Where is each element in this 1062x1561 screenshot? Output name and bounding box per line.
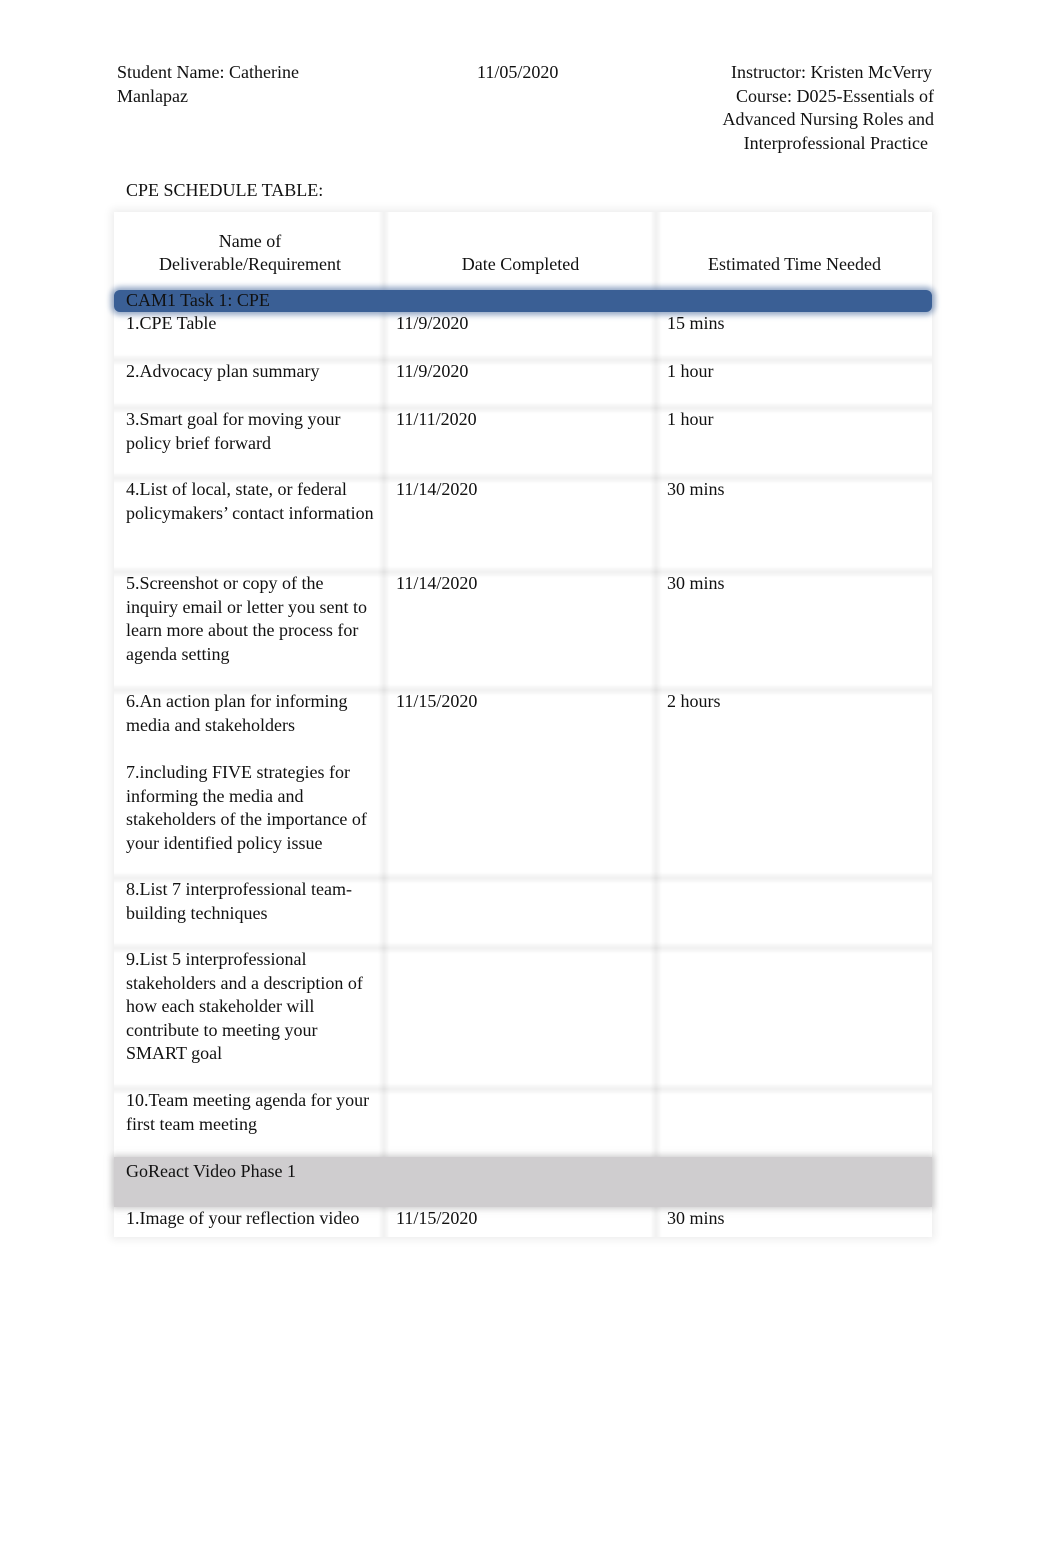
deliverable-name-part1: 6.An action plan for informing media and… xyxy=(126,691,348,735)
deliverable-name: 1.Image of your reflection video xyxy=(126,1208,360,1228)
course-line1: Course: D025-Essentials of xyxy=(736,85,934,106)
cpe-schedule-table: Name of Deliverable/Requirement Date Com… xyxy=(114,212,932,1237)
date-completed: 11/9/2020 xyxy=(396,313,469,333)
student-name-line2: Manlapaz xyxy=(117,85,188,106)
instructor-name: Instructor: Kristen McVerry xyxy=(731,62,932,82)
time-needed xyxy=(655,948,932,1089)
header-date: Date Completed xyxy=(461,254,580,275)
table-header-row: Name of Deliverable/Requirement Date Com… xyxy=(114,212,932,290)
time-needed: 30 mins xyxy=(667,1208,725,1228)
course-line2: Advanced Nursing Roles and xyxy=(722,109,934,129)
date-completed: 11/15/2020 xyxy=(396,691,478,711)
time-needed: 30 mins xyxy=(667,573,725,593)
date-completed: 11/14/2020 xyxy=(396,573,478,593)
date-completed: 11/11/2020 xyxy=(396,409,477,429)
deliverable-name: 2.Advocacy plan summary xyxy=(126,361,320,381)
deliverable-name: 10.Team meeting agenda for your first te… xyxy=(126,1090,370,1134)
header-time: Estimated Time Needed xyxy=(708,254,881,275)
deliverable-name: 1.CPE Table xyxy=(126,313,217,333)
table-row: 6.An action plan for informing media and… xyxy=(114,690,932,884)
time-needed: 15 mins xyxy=(667,313,725,333)
date-completed: 11/15/2020 xyxy=(396,1208,478,1228)
instructor-course-block: Instructor: Kristen McVerry Course: D025… xyxy=(690,61,934,155)
time-needed xyxy=(655,1089,932,1157)
date-completed xyxy=(384,1089,655,1157)
date-completed xyxy=(384,948,655,1089)
deliverable-name: 9.List 5 interprofessional stakeholders … xyxy=(126,949,363,1063)
student-name-line1: Student Name: Catherine xyxy=(117,62,299,82)
deliverable-name: 5.Screenshot or copy of the inquiry emai… xyxy=(126,573,367,664)
table-row: 3.Smart goal for moving your policy brie… xyxy=(114,408,932,484)
date-completed: 11/14/2020 xyxy=(396,479,478,499)
deliverable-name-part2: 7.including FIVE strategies for informin… xyxy=(126,762,367,853)
deliverable-name: 3.Smart goal for moving your policy brie… xyxy=(126,409,341,453)
section-title: GoReact Video Phase 1 xyxy=(126,1161,297,1181)
date-completed: 11/9/2020 xyxy=(396,361,469,381)
time-needed: 2 hours xyxy=(667,691,721,711)
document-date: 11/05/2020 xyxy=(477,62,559,82)
table-row: 9.List 5 interprofessional stakeholders … xyxy=(114,948,932,1095)
header-name-line1: Name of xyxy=(218,230,282,251)
table-row: 5.Screenshot or copy of the inquiry emai… xyxy=(114,572,932,696)
table-row: 1.CPE Table 11/9/2020 15 mins xyxy=(114,312,932,366)
table-row: 1.Image of your reflection video 11/15/2… xyxy=(114,1207,932,1237)
section-header-goreact: GoReact Video Phase 1 xyxy=(114,1157,932,1207)
deliverable-name: 6.An action plan for informing media and… xyxy=(114,690,384,878)
student-name: Student Name: Catherine Manlapaz xyxy=(117,61,367,108)
table-row: 8.List 7 interprofessional team-building… xyxy=(114,878,932,954)
section-header-cam1: CAM1 Task 1: CPE xyxy=(114,290,932,312)
deliverable-name: 4.List of local, state, or federal polic… xyxy=(126,479,374,523)
header-name-line2: Deliverable/Requirement xyxy=(159,254,341,274)
table-row: 10.Team meeting agenda for your first te… xyxy=(114,1089,932,1157)
date-completed xyxy=(384,878,655,948)
section-title: CAM1 Task 1: CPE xyxy=(126,290,270,310)
course-line3: Interprofessional Practice xyxy=(743,132,928,153)
table-row: 4.List of local, state, or federal polic… xyxy=(114,478,932,578)
table-row: 2.Advocacy plan summary 11/9/2020 1 hour xyxy=(114,360,932,414)
deliverable-name: 8.List 7 interprofessional team-building… xyxy=(126,879,352,923)
table-title: CPE SCHEDULE TABLE: xyxy=(126,180,324,200)
time-needed xyxy=(655,878,932,948)
header-name: Name of Deliverable/Requirement xyxy=(114,212,384,290)
time-needed: 1 hour xyxy=(667,409,714,429)
time-needed: 30 mins xyxy=(667,479,725,499)
time-needed: 1 hour xyxy=(667,361,714,381)
